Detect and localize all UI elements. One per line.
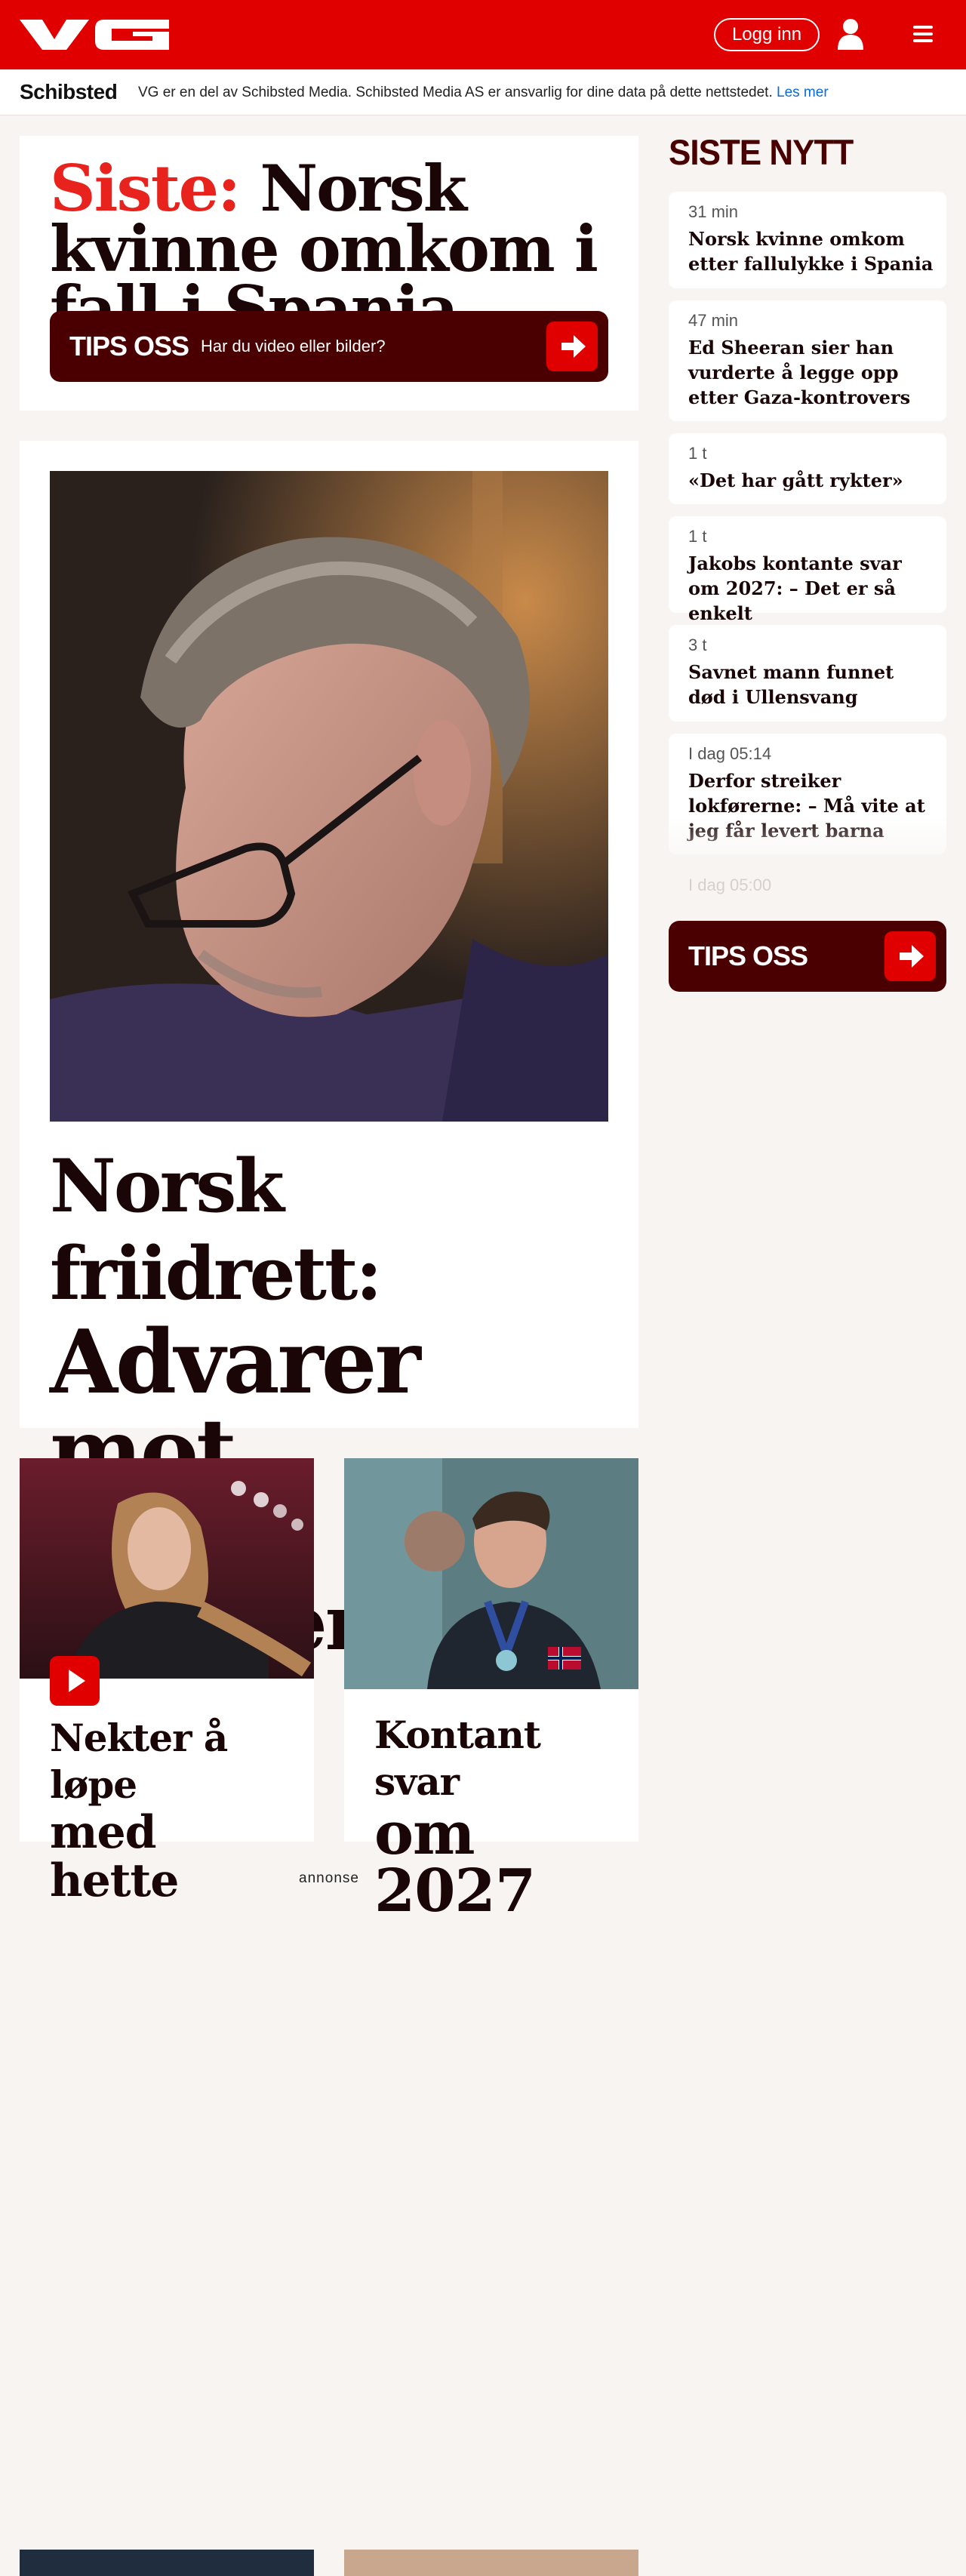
news-time: 3 t	[688, 636, 707, 654]
faded-news-time: I dag 05:00	[688, 876, 772, 894]
sidebar-tips-oss-banner[interactable]: TIPS OSS	[669, 921, 946, 992]
hero-photo[interactable]	[50, 471, 608, 1122]
arrow-right-icon	[561, 335, 586, 358]
breaking-news-card[interactable]: Siste: Norsk kvinne omkom i fall i Spani…	[20, 136, 638, 411]
headline-line-2: om 2027	[374, 1799, 536, 1925]
tips-oss-label: TIPS OSS	[69, 331, 189, 362]
tips-oss-banner[interactable]: TIPS OSS Har du video eller bilder?	[50, 311, 608, 382]
news-time: 1 t	[688, 444, 707, 463]
schibsted-info-bar: Schibsted VG er en del av Schibsted Medi…	[0, 69, 966, 115]
top-navigation-bar: Logg inn	[0, 0, 966, 69]
info-message: VG er en del av Schibsted Media. Schibst…	[138, 85, 773, 100]
schibsted-logo[interactable]: Schibsted	[20, 80, 118, 104]
tips-oss-label: TIPS OSS	[688, 940, 808, 971]
headline-line-2: med hette	[50, 1806, 179, 1907]
play-icon	[69, 1670, 85, 1692]
news-item[interactable]: 47 min Ed Sheeran sier han vurderte å le…	[669, 300, 946, 421]
info-text: VG er en del av Schibsted Media. Schibst…	[138, 85, 829, 101]
article-card-hood[interactable]: Nekter å løpe med hette	[20, 1458, 314, 1905]
video-badge[interactable]	[50, 1656, 100, 1706]
hero-article-card[interactable]: Norsk friidrett: Advarer mot denne manne…	[20, 441, 638, 1665]
tips-oss-button[interactable]	[546, 322, 598, 371]
news-headline: «Det har gått rykter»	[688, 469, 903, 491]
login-button[interactable]: Logg inn	[714, 18, 820, 51]
male-runner-image	[344, 1458, 638, 1689]
athlete-woman-photo[interactable]	[20, 1458, 314, 1679]
article-card-2027[interactable]: Kontant svar om 2027	[344, 1458, 638, 1921]
news-item[interactable]: 1 t «Det har gått rykter»	[669, 433, 946, 504]
news-headline: Savnet mann funnet død i Ullensvang	[688, 661, 894, 708]
news-headline: Ed Sheeran sier han vurderte å legge opp…	[688, 337, 911, 408]
news-headline: Jakobs kontante svar om 2027: – Det er s…	[688, 552, 902, 624]
read-more-link[interactable]: Les mer	[777, 85, 829, 100]
tips-oss-button[interactable]	[884, 931, 936, 981]
news-time: 31 min	[688, 202, 739, 221]
headline-line-1: Nekter å løpe	[50, 1716, 228, 1807]
news-time: 1 t	[688, 527, 707, 546]
news-item[interactable]: 31 min Norsk kvinne omkom etter fallulyk…	[669, 192, 946, 288]
next-article-photo-left[interactable]	[20, 2550, 314, 2576]
woman-athlete-image	[20, 1458, 314, 1679]
news-headline: Norsk kvinne omkom etter fallulykke i Sp…	[688, 228, 934, 275]
vg-logo[interactable]	[20, 18, 172, 51]
athlete-man-photo[interactable]	[344, 1458, 638, 1689]
news-item[interactable]: 1 t Jakobs kontante svar om 2027: – Det …	[669, 516, 946, 624]
news-item[interactable]: 3 t Savnet mann funnet død i Ullensvang	[669, 625, 946, 722]
headline-line-1: Kontant svar	[374, 1713, 541, 1804]
arrow-right-icon	[900, 945, 924, 968]
man-with-glasses-photo	[50, 471, 608, 1122]
siste-nytt-heading[interactable]: SISTE NYTT	[669, 133, 854, 174]
user-icon[interactable]	[836, 18, 865, 50]
news-time: 47 min	[688, 311, 739, 330]
menu-icon[interactable]	[912, 23, 936, 45]
article-headline-2027[interactable]: Kontant svar om 2027	[374, 1712, 623, 1925]
hero-headline-line-1: Norsk friidrett:	[50, 1143, 383, 1316]
tips-oss-subtitle: Har du video eller bilder?	[201, 337, 386, 355]
next-article-photo-right[interactable]	[344, 2550, 638, 2576]
ad-label: annonse	[299, 1870, 359, 1886]
news-time: I dag 05:14	[688, 744, 772, 763]
